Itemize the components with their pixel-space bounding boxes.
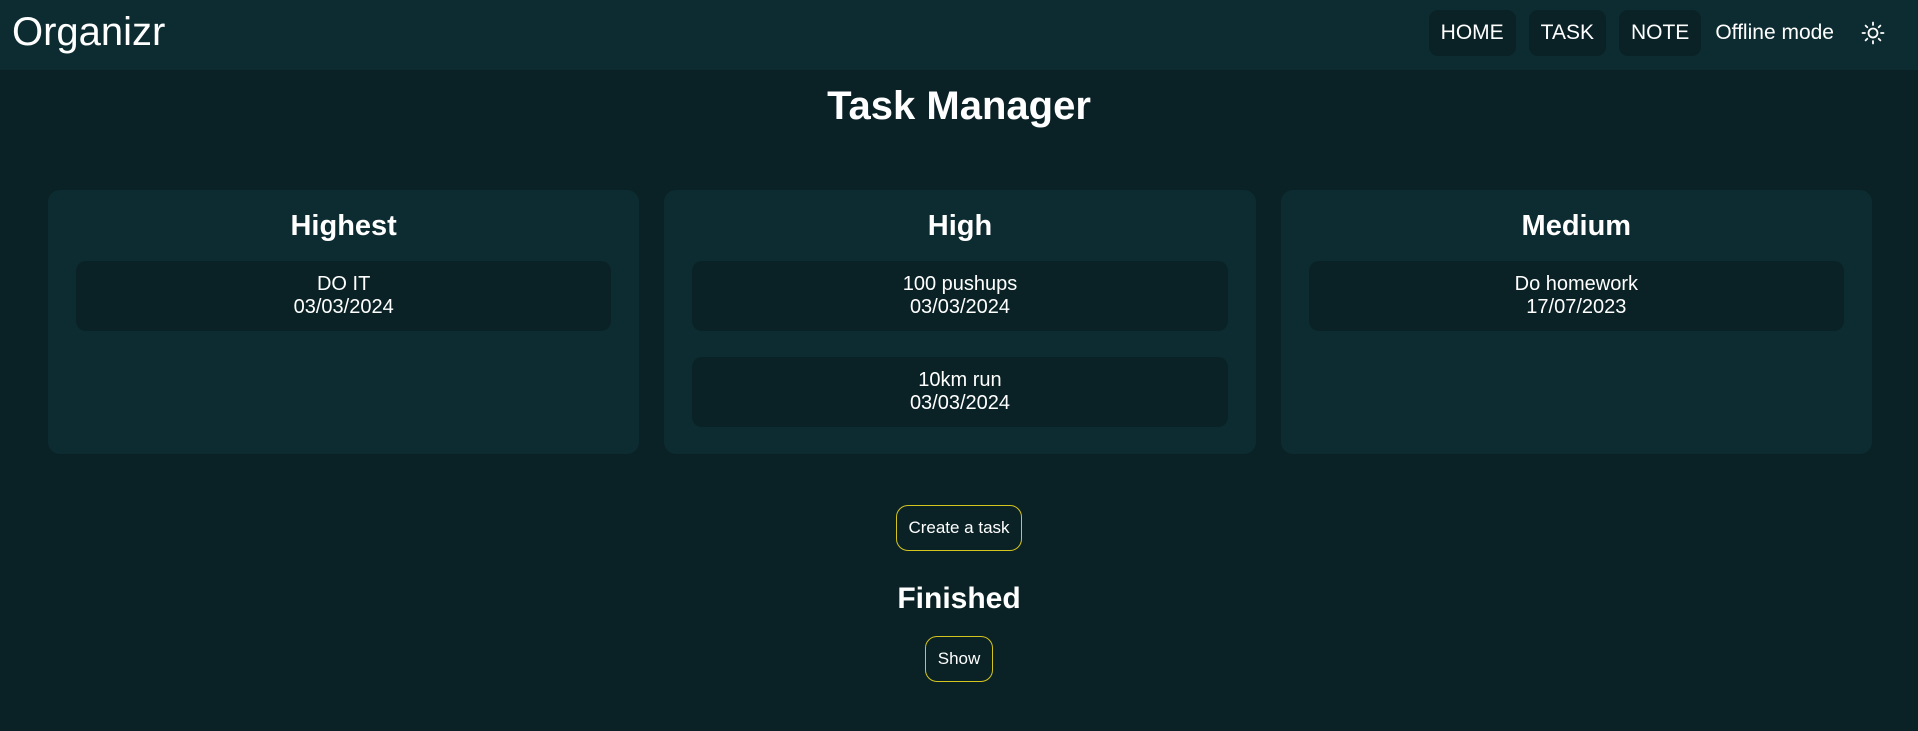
task-date: 17/07/2023 — [1526, 296, 1627, 318]
task-card[interactable]: 10km run 03/03/2024 — [692, 357, 1228, 427]
column-title: Highest — [290, 210, 397, 242]
nav-note-button[interactable]: NOTE — [1618, 10, 1702, 56]
column-title: Medium — [1521, 210, 1632, 242]
column-title: High — [927, 210, 993, 242]
column-highest: Highest DO IT 03/03/2024 — [48, 190, 640, 454]
nav-task-button[interactable]: TASK — [1528, 10, 1606, 56]
task-name: DO IT — [316, 273, 371, 295]
create-task-button[interactable]: Create a task — [896, 505, 1022, 551]
task-card[interactable]: Do homework 17/07/2023 — [1308, 261, 1844, 331]
offline-mode-status: Offline mode — [1715, 21, 1834, 44]
page-title: Task Manager — [827, 84, 1091, 128]
finished-section-title: Finished — [897, 582, 1021, 615]
task-card[interactable]: 100 pushups 03/03/2024 — [692, 261, 1228, 331]
task-date: 03/03/2024 — [909, 296, 1011, 318]
brand-logo[interactable]: Organizr — [12, 8, 165, 56]
sun-icon[interactable] — [1860, 20, 1886, 46]
task-date: 03/03/2024 — [293, 296, 394, 318]
column-medium: Medium Do homework 17/07/2023 — [1280, 190, 1872, 454]
task-name: Do homework — [1514, 273, 1639, 295]
main-nav: HOME TASK NOTE Offline mode — [1428, 10, 1918, 56]
task-date: 03/03/2024 — [909, 392, 1011, 414]
task-name: 10km run — [918, 369, 1002, 391]
task-name: 100 pushups — [902, 273, 1018, 295]
show-finished-button[interactable]: Show — [925, 636, 993, 682]
column-high: High 100 pushups 03/03/2024 10km run 03/… — [664, 190, 1256, 454]
top-navbar: Organizr HOME TASK NOTE Offline mode — [0, 0, 1918, 70]
task-card[interactable]: DO IT 03/03/2024 — [76, 261, 612, 331]
task-board: Highest DO IT 03/03/2024 High 100 pushup… — [48, 190, 1872, 454]
nav-home-button[interactable]: HOME — [1428, 10, 1516, 56]
